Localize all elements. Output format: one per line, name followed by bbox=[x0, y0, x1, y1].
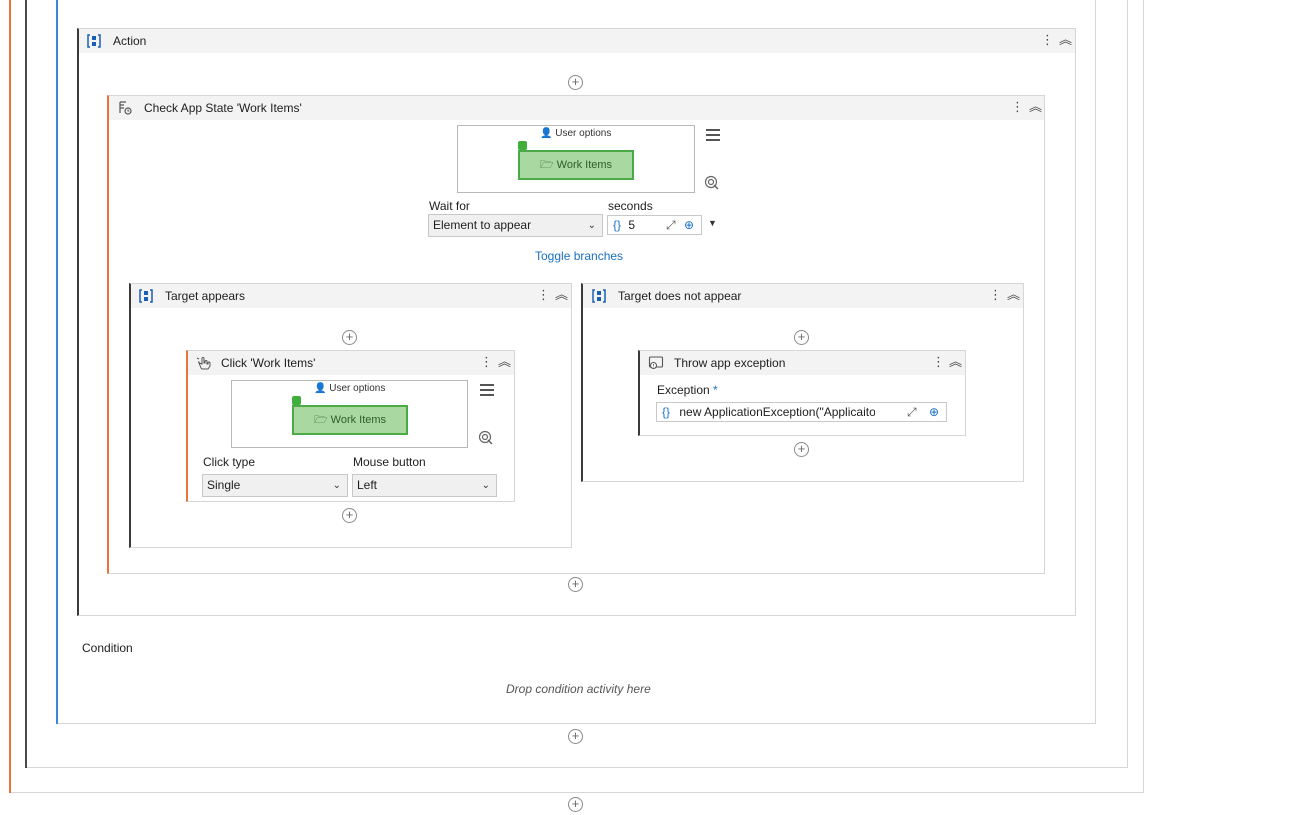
more-vertical-icon[interactable]: ⋮ bbox=[932, 354, 945, 370]
user-options-window: 👤 User options bbox=[540, 128, 612, 139]
indicate-target-icon[interactable] bbox=[478, 430, 494, 446]
target-appears-title: Target appears bbox=[165, 289, 246, 303]
check-app-state-icon bbox=[119, 101, 132, 115]
action-title: Action bbox=[113, 34, 147, 48]
more-vertical-icon[interactable]: ⋮ bbox=[1011, 99, 1024, 115]
toggle-branches-link[interactable]: Toggle branches bbox=[535, 249, 623, 263]
wait-for-select[interactable]: Element to appear ⌄ bbox=[428, 214, 603, 237]
click-icon bbox=[196, 357, 211, 370]
more-vertical-icon[interactable]: ⋮ bbox=[1041, 32, 1054, 48]
user-options-window: 👤 User options bbox=[314, 383, 386, 394]
more-vertical-icon[interactable]: ⋮ bbox=[989, 287, 1002, 303]
add-activity-button[interactable]: + bbox=[342, 508, 357, 523]
expand-icon[interactable]: ⤢ bbox=[666, 216, 676, 234]
more-vertical-icon[interactable]: ⋮ bbox=[480, 354, 493, 370]
mouse-button-select[interactable]: Left ⌄ bbox=[352, 474, 497, 497]
work-items-element[interactable]: 🗁 Work Items bbox=[292, 405, 408, 435]
target-not-appear-header[interactable]: Target does not appear ⋮ ︽ bbox=[583, 284, 1023, 308]
click-header[interactable]: Click 'Work Items' ⋮ ︽ bbox=[188, 351, 514, 375]
expression-icon: {} bbox=[613, 218, 622, 232]
expand-icon[interactable]: ⤢ bbox=[907, 403, 917, 421]
click-title: Click 'Work Items' bbox=[221, 356, 316, 370]
throw-title: Throw app exception bbox=[674, 356, 786, 370]
add-activity-button[interactable]: + bbox=[568, 75, 583, 90]
add-plus-icon[interactable]: ⊕ bbox=[684, 216, 694, 234]
more-vertical-icon[interactable]: ⋮ bbox=[537, 287, 550, 303]
collapse-icon[interactable]: ︽ bbox=[949, 354, 962, 370]
target-menu-icon[interactable] bbox=[706, 129, 720, 141]
add-activity-button[interactable]: + bbox=[568, 729, 583, 744]
add-activity-button[interactable]: + bbox=[794, 330, 809, 345]
user-icon: 👤 bbox=[314, 383, 327, 394]
collapse-icon[interactable]: ︽ bbox=[555, 287, 568, 303]
collapse-icon[interactable]: ︽ bbox=[1029, 99, 1042, 115]
throw-header[interactable]: Throw app exception ⋮ ︽ bbox=[640, 351, 965, 375]
drop-condition-hint[interactable]: Drop condition activity here bbox=[506, 682, 651, 696]
target-anchor-dot bbox=[518, 141, 527, 150]
mouse-button-label: Mouse button bbox=[353, 455, 426, 469]
add-activity-button[interactable]: + bbox=[342, 330, 357, 345]
user-icon: 👤 bbox=[540, 128, 553, 139]
sequence-icon bbox=[87, 34, 101, 48]
work-items-element[interactable]: 🗁 Work Items bbox=[518, 150, 634, 180]
exception-label: Exception * bbox=[657, 383, 718, 397]
chevron-down-icon: ⌄ bbox=[481, 480, 490, 491]
chevron-down-icon: ⌄ bbox=[332, 480, 341, 491]
seconds-input[interactable]: {} 5 ⤢ ⊕ bbox=[607, 215, 702, 235]
target-menu-icon[interactable] bbox=[480, 384, 494, 396]
add-activity-button[interactable]: + bbox=[794, 442, 809, 457]
exception-input[interactable]: {} new ApplicationException("Applicaiton… bbox=[656, 402, 947, 422]
add-activity-button[interactable]: + bbox=[568, 577, 583, 592]
collapse-icon[interactable]: ︽ bbox=[1059, 32, 1072, 48]
wait-for-label: Wait for bbox=[429, 199, 470, 213]
check-app-state-header[interactable]: Check App State 'Work Items' ⋮ ︽ bbox=[109, 96, 1044, 120]
target-not-appear-title: Target does not appear bbox=[618, 289, 742, 303]
seconds-label: seconds bbox=[608, 199, 653, 213]
add-plus-icon[interactable]: ⊕ bbox=[929, 403, 939, 421]
collapse-icon[interactable]: ︽ bbox=[498, 354, 511, 370]
chevron-down-icon: ⌄ bbox=[587, 220, 596, 231]
sequence-icon bbox=[139, 289, 153, 303]
throw-icon bbox=[648, 356, 664, 370]
click-type-select[interactable]: Single ⌄ bbox=[202, 474, 348, 497]
condition-label: Condition bbox=[82, 641, 133, 655]
expression-icon: {} bbox=[662, 405, 671, 419]
target-anchor-dot bbox=[292, 396, 301, 405]
indicate-target-icon[interactable] bbox=[704, 175, 720, 191]
folder-icon: 🗁 bbox=[313, 414, 328, 426]
collapse-icon[interactable]: ︽ bbox=[1007, 287, 1020, 303]
folder-icon: 🗁 bbox=[539, 159, 554, 171]
caret-down-icon[interactable]: ▼ bbox=[708, 218, 717, 228]
add-activity-button[interactable]: + bbox=[568, 797, 583, 812]
sequence-icon bbox=[592, 289, 606, 303]
click-type-label: Click type bbox=[203, 455, 256, 469]
target-appears-header[interactable]: Target appears ⋮ ︽ bbox=[131, 284, 571, 308]
check-app-state-title: Check App State 'Work Items' bbox=[144, 101, 302, 115]
action-header[interactable]: Action ⋮ ︽ bbox=[79, 29, 1075, 53]
